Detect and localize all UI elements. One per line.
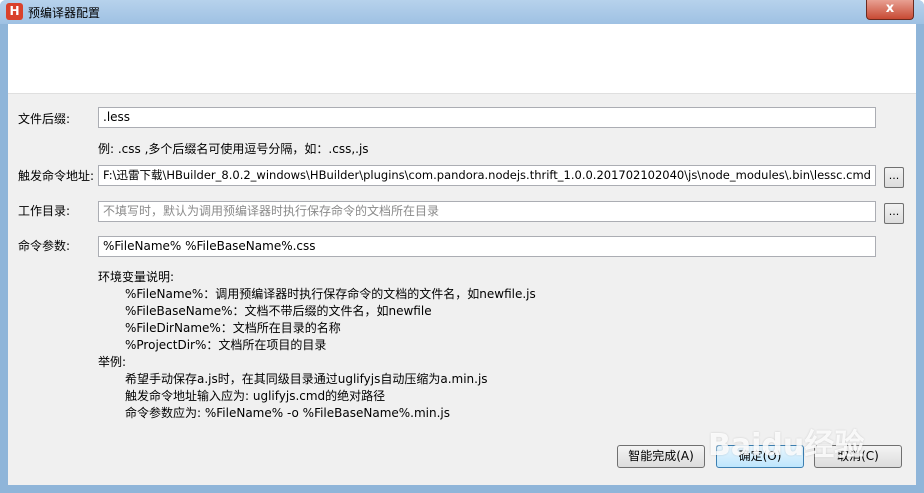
workdir-input[interactable]: 不填写时，默认为调用预编译器时执行保存命令的文档所在目录 [98, 201, 876, 222]
suffix-input[interactable]: .less [98, 107, 876, 128]
hbuilder-logo-icon: H [6, 3, 23, 20]
example-title: 举例: [98, 355, 127, 369]
cancel-button[interactable]: 取消(C) [814, 445, 902, 468]
env-title: 环境变量说明: [98, 270, 175, 284]
ok-button[interactable]: 确定(O) [716, 445, 804, 468]
help-text: 环境变量说明: %FileName%：调用预编译器时执行保存命令的文档的文件名，… [98, 269, 536, 422]
env-item: %FileName%：调用预编译器时执行保存命令的文档的文件名，如newfile… [125, 287, 536, 301]
suffix-label: 文件后缀: [18, 112, 71, 126]
env-item: %ProjectDir%：文档所在项目的目录 [125, 338, 327, 352]
workdir-label: 工作目录: [18, 204, 71, 218]
params-input[interactable]: %FileName% %FileBaseName%.css [98, 236, 876, 257]
params-label: 命令参数: [18, 239, 71, 253]
dialog-window: H 预编译器配置 x 文件后缀: .less 例: .css ,多个后缀名可使用… [0, 0, 924, 493]
header-banner [8, 24, 916, 94]
window-title: 预编译器配置 [28, 6, 101, 20]
command-label: 触发命令地址: [18, 169, 95, 183]
suffix-hint: 例: .css ,多个后缀名可使用逗号分隔，如：.css,.js [98, 142, 369, 156]
close-button[interactable]: x [866, 0, 914, 20]
command-browse-button[interactable]: ... [884, 167, 904, 188]
title-bar[interactable]: H 预编译器配置 x [0, 0, 924, 24]
env-item: %FileBaseName%：文档不带后缀的文件名，如newfile [125, 304, 432, 318]
example-item: 触发命令地址输入应为: uglifyjs.cmd的绝对路径 [125, 389, 386, 403]
command-path-input[interactable]: F:\迅雷下载\HBuilder_8.0.2_windows\HBuilder\… [98, 165, 876, 186]
env-item: %FileDirName%：文档所在目录的名称 [125, 321, 341, 335]
workdir-browse-button[interactable]: ... [884, 203, 904, 224]
example-item: 希望手动保存a.js时，在其同级目录通过uglifyjs自动压缩为a.min.j… [125, 372, 488, 386]
autocomplete-button[interactable]: 智能完成(A) [617, 445, 705, 468]
dialog-body: 文件后缀: .less 例: .css ,多个后缀名可使用逗号分隔，如：.css… [8, 24, 916, 485]
example-item: 命令参数应为: %FileName% -o %FileBaseName%.min… [125, 406, 451, 420]
